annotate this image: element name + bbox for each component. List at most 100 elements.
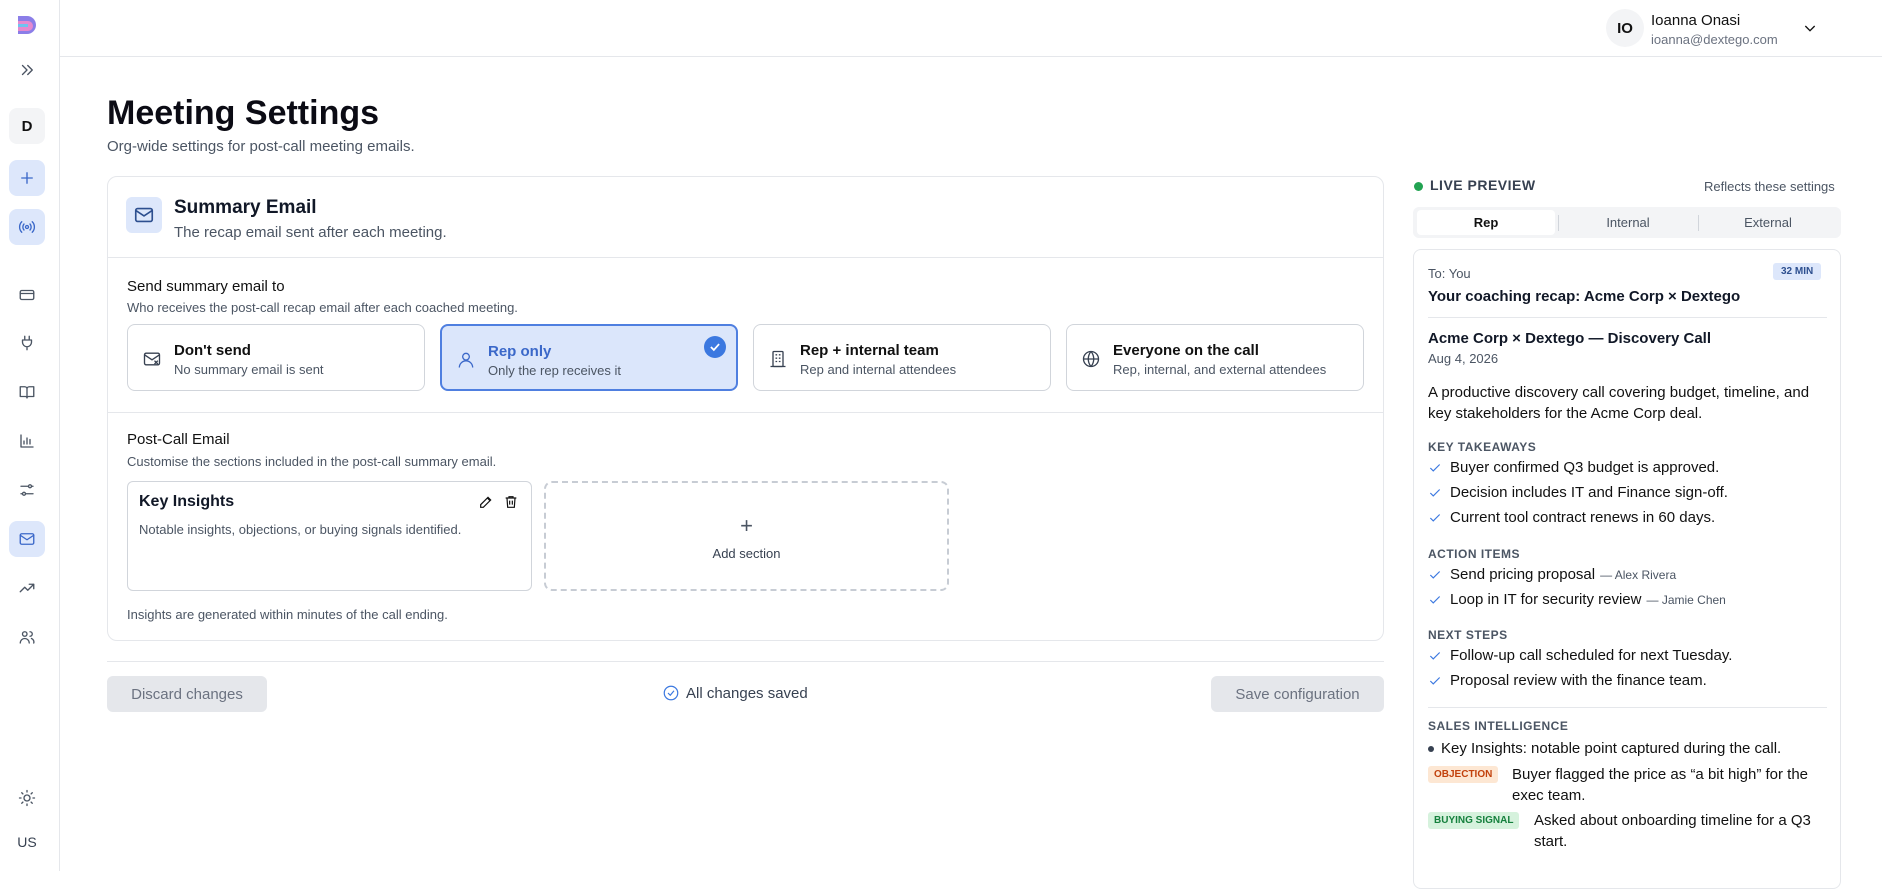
- add-section-button[interactable]: + Add section: [544, 481, 949, 591]
- option-dont-send[interactable]: Don't send No summary email is sent: [127, 324, 425, 391]
- check-icon: [1429, 463, 1441, 472]
- live-indicator-dot: [1414, 182, 1423, 191]
- option-desc: Rep and internal attendees: [800, 362, 957, 377]
- send-to-subtitle: Who receives the post-call recap email a…: [127, 300, 518, 315]
- page-subtitle: Org-wide settings for post-call meeting …: [107, 138, 415, 155]
- divider: [1428, 707, 1827, 708]
- page-title: Meeting Settings: [107, 94, 380, 132]
- globe-icon: [1081, 349, 1101, 369]
- add-section-label: Add section: [712, 546, 781, 561]
- live-preview-label: LIVE PREVIEW: [1430, 177, 1536, 193]
- tab-external[interactable]: External: [1699, 210, 1837, 235]
- workspace-switcher[interactable]: D: [9, 108, 45, 144]
- check-icon: [1429, 488, 1441, 497]
- building-icon: [768, 349, 788, 369]
- option-desc: No summary email is sent: [174, 362, 324, 377]
- next-steps-heading: NEXT STEPS: [1428, 628, 1508, 642]
- check-circle-icon: [663, 685, 679, 701]
- card-header: Summary Email The recap email sent after…: [108, 177, 1383, 258]
- save-status: All changes saved: [662, 684, 808, 702]
- check-circle-icon: [704, 336, 726, 358]
- broadcast-icon[interactable]: [9, 209, 45, 245]
- option-everyone[interactable]: Everyone on the call Rep, internal, and …: [1066, 324, 1364, 391]
- card-subtitle: The recap email sent after each meeting.: [174, 224, 447, 241]
- integrations-plug-icon[interactable]: [9, 325, 45, 361]
- mail-off-icon: [142, 349, 162, 369]
- save-status-text: All changes saved: [686, 684, 808, 702]
- avatar[interactable]: IO: [1606, 9, 1644, 47]
- option-title: Rep only: [488, 343, 552, 360]
- check-icon: [1429, 595, 1441, 604]
- chevron-down-icon[interactable]: [1802, 20, 1818, 36]
- check-icon: [1429, 651, 1441, 660]
- library-book-icon[interactable]: [9, 374, 45, 410]
- post-call-title: Post-Call Email: [127, 431, 230, 448]
- bullet-dot: [1428, 745, 1434, 752]
- new-item-button[interactable]: [9, 160, 45, 196]
- sales-intelligence-heading: SALES INTELLIGENCE: [1428, 719, 1569, 733]
- action-items-heading: ACTION ITEMS: [1428, 547, 1520, 561]
- option-rep-internal[interactable]: Rep + internal team Rep and internal att…: [753, 324, 1051, 391]
- mail-icon: [126, 197, 162, 233]
- section-title: Key Insights: [139, 493, 235, 510]
- option-desc: Rep, internal, and external attendees: [1113, 362, 1327, 377]
- buying-signal-tag: BUYING SIGNAL: [1428, 812, 1520, 829]
- expand-sidebar-icon[interactable]: [9, 52, 45, 88]
- objection-tag: OBJECTION: [1428, 766, 1499, 783]
- list-item: Key Insights: notable point captured dur…: [1428, 740, 1781, 757]
- edit-pencil-icon[interactable]: [478, 494, 494, 510]
- email-preview: To: You 32 MIN Your coaching recap: Acme…: [1413, 249, 1841, 889]
- locale-switcher[interactable]: US: [9, 824, 45, 860]
- list-item: Send pricing proposal — Alex Rivera: [1428, 566, 1676, 583]
- check-icon: [1429, 570, 1441, 579]
- billing-icon[interactable]: [9, 277, 45, 313]
- settings-sliders-icon[interactable]: [9, 472, 45, 508]
- insights-note: Insights are generated within minutes of…: [127, 607, 448, 622]
- option-desc: Only the rep receives it: [488, 363, 621, 378]
- app-logo-icon[interactable]: [9, 8, 45, 44]
- option-title: Everyone on the call: [1113, 342, 1259, 359]
- divider: [107, 661, 1384, 662]
- trending-icon[interactable]: [9, 570, 45, 606]
- tab-internal[interactable]: Internal: [1559, 210, 1697, 235]
- discard-changes-button[interactable]: Discard changes: [107, 676, 267, 712]
- user-icon: [456, 350, 476, 370]
- save-configuration-button[interactable]: Save configuration: [1211, 676, 1384, 712]
- divider: [108, 412, 1383, 413]
- trash-icon[interactable]: [503, 494, 519, 510]
- list-item: Follow-up call scheduled for next Tuesda…: [1428, 647, 1732, 664]
- list-item: Current tool contract renews in 60 days.: [1428, 509, 1715, 526]
- card-title: Summary Email: [174, 197, 317, 218]
- list-item: Loop in IT for security review — Jamie Ch…: [1428, 591, 1726, 608]
- option-title: Rep + internal team: [800, 342, 939, 359]
- analytics-chart-icon[interactable]: [9, 423, 45, 459]
- option-title: Don't send: [174, 342, 251, 359]
- summary-email-card: Summary Email The recap email sent after…: [107, 176, 1384, 641]
- post-call-subtitle: Customise the sections included in the p…: [127, 454, 497, 469]
- list-item: Buyer confirmed Q3 budget is approved.: [1428, 459, 1719, 476]
- buying-signal-text: Asked about onboarding timeline for a Q3…: [1534, 812, 1811, 850]
- theme-sun-icon[interactable]: [9, 780, 45, 816]
- reflects-settings-note: Reflects these settings: [1704, 179, 1835, 194]
- divider: [1428, 317, 1827, 318]
- key-takeaways-heading: KEY TAKEAWAYS: [1428, 440, 1537, 454]
- email-recipient: To: You: [1428, 266, 1471, 281]
- sidebar: D US: [0, 0, 60, 871]
- email-subject: Your coaching recap: Acme Corp × Dextego: [1428, 288, 1741, 305]
- send-to-title: Send summary email to: [127, 278, 285, 295]
- section-card-key-insights[interactable]: Key Insights Notable insights, objection…: [127, 481, 532, 591]
- duration-badge: 32 MIN: [1773, 263, 1822, 280]
- list-item: Proposal review with the finance team.: [1428, 672, 1707, 689]
- user-email: ioanna@dextego.com: [1651, 32, 1778, 47]
- check-icon: [1429, 676, 1441, 685]
- tab-rep[interactable]: Rep: [1417, 210, 1555, 235]
- team-users-icon[interactable]: [9, 619, 45, 655]
- objection-text: Buyer flagged the price as “a bit high” …: [1512, 766, 1809, 804]
- option-rep-only[interactable]: Rep only Only the rep receives it: [440, 324, 738, 391]
- mail-icon[interactable]: [9, 521, 45, 557]
- user-name[interactable]: Ioanna Onasi: [1651, 12, 1740, 29]
- meeting-summary: A productive discovery call covering bud…: [1428, 384, 1810, 422]
- section-desc: Notable insights, objections, or buying …: [139, 522, 462, 537]
- plus-icon: +: [740, 513, 753, 538]
- preview-tabs: Rep Internal External: [1413, 207, 1841, 238]
